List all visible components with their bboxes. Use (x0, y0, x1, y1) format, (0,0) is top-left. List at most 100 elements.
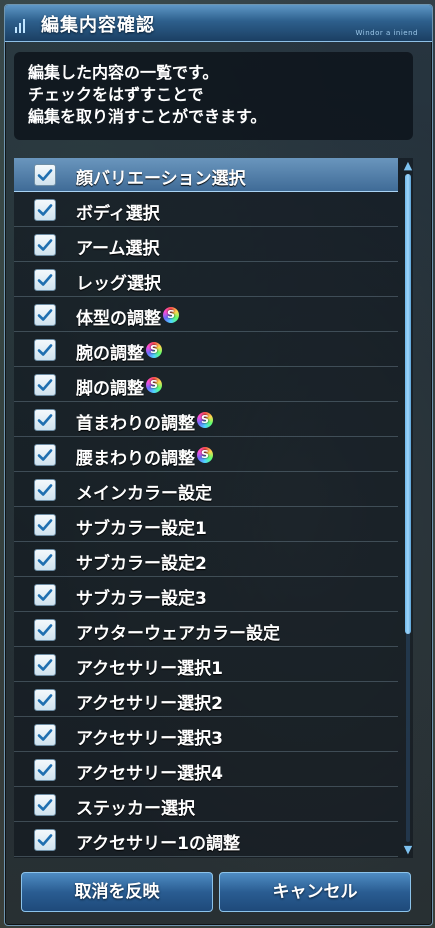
checkmark-icon (37, 554, 53, 566)
item-label: ボディ選択 (76, 204, 160, 224)
title-tag: Windor a iniend (355, 29, 418, 37)
list-item[interactable]: 顔バリエーション選択 (14, 158, 398, 192)
rainbow-s-icon (146, 377, 162, 393)
checkmark-icon (37, 764, 53, 776)
item-checkbox[interactable] (34, 654, 56, 676)
item-label: 脚の調整 (76, 379, 144, 399)
item-label: 首まわりの調整 (76, 414, 195, 434)
checkmark-icon (37, 694, 53, 706)
cancel-button[interactable]: キャンセル (219, 872, 411, 912)
rainbow-s-icon (163, 307, 179, 323)
list-item[interactable]: サブカラー設定3 (14, 578, 398, 612)
item-label: 体型の調整 (76, 309, 161, 329)
item-checkbox[interactable] (34, 514, 56, 536)
item-checkbox[interactable] (34, 584, 56, 606)
titlebar: 編集内容確認 Windor a iniend (5, 5, 432, 42)
list-item[interactable]: アクセサリー選択2 (14, 683, 398, 717)
item-checkbox[interactable] (34, 374, 56, 396)
checkmark-icon (37, 344, 53, 356)
checkmark-icon (37, 169, 53, 181)
checkmark-icon (37, 624, 53, 636)
item-checkbox[interactable] (34, 444, 56, 466)
list-item[interactable]: アクセサリー選択4 (14, 753, 398, 787)
item-label: サブカラー設定1 (76, 519, 207, 539)
list-item[interactable]: アクセサリー選択1 (14, 648, 398, 682)
item-label: 腰まわりの調整 (76, 449, 195, 469)
apply-cancellation-button[interactable]: 取消を反映 (21, 872, 213, 912)
checkmark-icon (37, 239, 53, 251)
item-checkbox[interactable] (34, 619, 56, 641)
item-label: アクセサリー1の調整 (76, 834, 240, 854)
item-checkbox[interactable] (34, 549, 56, 571)
checkmark-icon (37, 484, 53, 496)
list-item[interactable]: アクセサリー選択3 (14, 718, 398, 752)
item-label: アウターウェアカラー設定 (76, 624, 280, 644)
list-item[interactable]: サブカラー設定1 (14, 508, 398, 542)
item-label: アクセサリー選択3 (76, 729, 223, 749)
rainbow-s-icon (197, 447, 213, 463)
list-item[interactable]: ステッカー選択 (14, 788, 398, 822)
item-checkbox[interactable] (34, 269, 56, 291)
message-line: 編集した内容の一覧です。 (28, 63, 219, 82)
list-item[interactable]: レッグ選択 (14, 263, 398, 297)
list-item[interactable]: ボディ選択 (14, 193, 398, 227)
signal-bars-icon (15, 15, 29, 33)
list-item[interactable]: 体型の調整 (14, 298, 398, 332)
checkmark-icon (37, 379, 53, 391)
rainbow-s-icon (197, 412, 213, 428)
checkmark-icon (37, 799, 53, 811)
checkmark-icon (37, 414, 53, 426)
list-item[interactable]: アーム選択 (14, 228, 398, 262)
rainbow-s-icon (146, 342, 162, 358)
list-item[interactable]: アクセサリー1の調整 (14, 823, 398, 857)
checkmark-icon (37, 729, 53, 741)
item-label: ステッカー選択 (76, 799, 195, 819)
item-checkbox[interactable] (34, 689, 56, 711)
item-checkbox[interactable] (34, 409, 56, 431)
checkmark-icon (37, 204, 53, 216)
item-label: レッグ選択 (76, 274, 161, 294)
message-line: チェックをはずすことで (28, 85, 204, 104)
item-label: アクセサリー選択2 (76, 694, 223, 714)
item-label: アクセサリー選択4 (76, 764, 223, 784)
item-checkbox[interactable] (34, 794, 56, 816)
chevron-up-icon[interactable]: ▲ (402, 160, 414, 172)
item-checkbox[interactable] (34, 829, 56, 851)
list-item[interactable]: メインカラー設定 (14, 473, 398, 507)
chevron-down-icon[interactable]: ▼ (402, 844, 414, 856)
message-line: 編集を取り消すことができます。 (28, 107, 267, 126)
list-item[interactable]: アウターウェアカラー設定 (14, 613, 398, 647)
checkmark-icon (37, 519, 53, 531)
item-label: 顔バリエーション選択 (76, 169, 246, 189)
window-title: 編集内容確認 (41, 15, 155, 36)
checkmark-icon (37, 309, 53, 321)
instruction-message: 編集した内容の一覧です。 チェックをはずすことで 編集を取り消すことができます。 (14, 52, 413, 140)
checkmark-icon (37, 274, 53, 286)
item-checkbox[interactable] (34, 199, 56, 221)
scrollbar[interactable]: ▲ ▼ (402, 160, 414, 856)
item-checkbox[interactable] (34, 479, 56, 501)
item-label: アーム選択 (76, 239, 160, 259)
edit-item-list: 顔バリエーション選択ボディ選択アーム選択レッグ選択体型の調整腕の調整脚の調整首ま… (14, 158, 413, 858)
item-checkbox[interactable] (34, 724, 56, 746)
list-item[interactable]: 腰まわりの調整 (14, 438, 398, 472)
checkmark-icon (37, 659, 53, 671)
item-checkbox[interactable] (34, 234, 56, 256)
scroll-thumb[interactable] (405, 174, 411, 634)
list-item[interactable]: 腕の調整 (14, 333, 398, 367)
list-item[interactable]: 脚の調整 (14, 368, 398, 402)
checkmark-icon (37, 834, 53, 846)
item-label: メインカラー設定 (76, 484, 212, 504)
checkmark-icon (37, 449, 53, 461)
item-label: サブカラー設定3 (76, 589, 207, 609)
item-label: アクセサリー選択1 (76, 659, 223, 679)
item-label: 腕の調整 (76, 344, 144, 364)
list-item[interactable]: サブカラー設定2 (14, 543, 398, 577)
item-label: サブカラー設定2 (76, 554, 207, 574)
item-checkbox[interactable] (34, 759, 56, 781)
item-checkbox[interactable] (34, 164, 56, 186)
item-checkbox[interactable] (34, 339, 56, 361)
list-item[interactable]: 首まわりの調整 (14, 403, 398, 437)
checkmark-icon (37, 589, 53, 601)
item-checkbox[interactable] (34, 304, 56, 326)
